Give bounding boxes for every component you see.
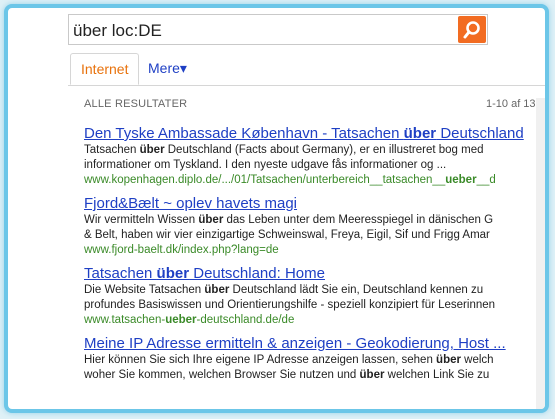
tab-more[interactable]: Mere▾ [148,53,187,85]
search-icon [463,20,480,38]
search-button[interactable] [458,16,486,43]
result-snippet: profundes Basiswissen und Orientierungsh… [84,299,496,311]
result-title-link[interactable]: Meine IP Adresse ermitteln & anzeigen - … [84,335,545,353]
result-snippet: woher Sie kommen, welchen Browser Sie nu… [84,369,490,381]
result-snippet: informationer om Tyskland. I den nyeste … [84,159,447,171]
result-url: www.fjord-baelt.dk/index.php?lang=de [84,244,279,256]
browser-frame: Internet Mere▾ ALLE RESULTATER 1-10 af 1… [4,4,549,413]
result-snippet: Tatsachen über Deutschland (Facts about … [84,144,484,156]
result-item: Meine IP Adresse ermitteln & anzeigen - … [84,335,545,405]
result-snippet: & Belt, haben wir vier einzigartige Schw… [84,229,490,241]
result-url: www.kopenhagen.diplo.de/.../01/Tatsachen… [84,174,496,186]
result-item: Tatsachen über Deutschland: Home Die Web… [84,265,545,335]
tab-internet[interactable]: Internet [70,53,140,85]
result-item: Den Tyske Ambassade København - Tatsache… [84,125,545,195]
result-item: Fjord&Bælt ~ oplev havets magi Wir vermi… [84,195,545,265]
result-title-link[interactable]: Fjord&Bælt ~ oplev havets magi [84,195,545,213]
result-snippet: Hier können Sie sich Ihre eigene IP Adre… [84,354,494,366]
results-header-label: ALLE RESULTATER [84,98,188,110]
scrollbar[interactable] [536,98,545,409]
search-bar [68,14,488,45]
results-range: 1-10 af 13. [486,98,539,110]
result-snippet: Die Website Tatsachen über Deutschland l… [84,284,484,296]
result-url: www.tatsachen-ueber-deutschland.de/de [84,314,295,326]
search-input[interactable] [71,19,455,43]
result-title-link[interactable]: Den Tyske Ambassade København - Tatsache… [84,125,545,143]
results-list: Den Tyske Ambassade København - Tatsache… [84,125,545,405]
search-tabs: Internet Mere▾ [68,53,545,86]
result-title-link[interactable]: Tatsachen über Deutschland: Home [84,265,545,283]
result-snippet: Wir vermitteln Wissen über das Leben unt… [84,214,494,226]
